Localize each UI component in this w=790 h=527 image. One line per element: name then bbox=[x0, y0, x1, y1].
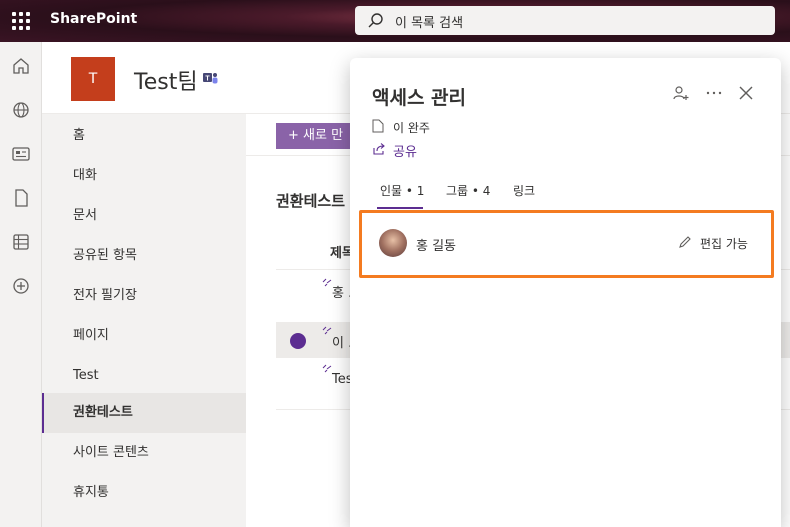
pencil-icon bbox=[679, 236, 691, 248]
person-name[interactable]: 홍 길동 bbox=[416, 235, 456, 254]
new-item-icon bbox=[322, 364, 332, 373]
nav-item-documents[interactable]: 문서 bbox=[42, 196, 246, 236]
file-icon[interactable] bbox=[11, 188, 31, 208]
waffle-icon[interactable] bbox=[12, 12, 30, 30]
site-title[interactable]: Test팀 bbox=[134, 64, 198, 96]
panel-title: 액세스 관리 bbox=[372, 87, 467, 109]
nav-item-home[interactable]: 홈 bbox=[42, 116, 246, 156]
new-item-icon bbox=[322, 278, 332, 287]
permission-dropdown[interactable]: 편집 가능 bbox=[700, 235, 748, 252]
nav-item-test[interactable]: Test bbox=[42, 356, 246, 396]
tab-people[interactable]: 인물 • 1 bbox=[380, 182, 424, 199]
nav-item-site-contents[interactable]: 사이트 콘텐츠 bbox=[42, 433, 246, 473]
app-brand[interactable]: SharePoint bbox=[50, 11, 137, 27]
site-logo[interactable]: T bbox=[71, 57, 115, 101]
more-icon[interactable] bbox=[705, 84, 723, 102]
list-icon[interactable] bbox=[11, 232, 31, 252]
list-title: 권환테스트 bbox=[276, 192, 346, 210]
search-box[interactable]: 이 목록 검색 bbox=[355, 6, 775, 35]
nav-item-recycle-bin[interactable]: 휴지통 bbox=[42, 473, 246, 513]
nav-item-permission-test[interactable]: 권환테스트 bbox=[42, 393, 246, 433]
check-icon[interactable] bbox=[290, 333, 306, 349]
share-link[interactable]: 공유 bbox=[393, 141, 417, 160]
nav-item-shared[interactable]: 공유된 항목 bbox=[42, 236, 246, 276]
nav-item-notebook[interactable]: 전자 필기장 bbox=[42, 276, 246, 316]
nav-item-pages[interactable]: 페이지 bbox=[42, 316, 246, 356]
globe-icon[interactable] bbox=[11, 100, 31, 120]
suite-bar: SharePoint 이 목록 검색 bbox=[0, 0, 790, 42]
svg-text:T: T bbox=[205, 76, 210, 83]
teams-icon[interactable]: T bbox=[202, 70, 218, 86]
file-icon bbox=[372, 119, 384, 133]
manage-access-panel: 액세스 관리 이 완주 공유 인물 • 1 그룹 • 4 링크 bbox=[350, 58, 781, 527]
avatar[interactable] bbox=[379, 229, 407, 257]
file-name: 이 완주 bbox=[393, 121, 430, 135]
nav-item-conversations[interactable]: 대화 bbox=[42, 156, 246, 196]
new-button[interactable]: + 새로 만 bbox=[276, 123, 356, 149]
tab-groups[interactable]: 그룹 • 4 bbox=[446, 182, 490, 199]
left-nav: 홈 대화 문서 공유된 항목 전자 필기장 페이지 Test 권환테스트 사이트… bbox=[42, 114, 246, 527]
tab-links[interactable]: 링크 bbox=[513, 182, 535, 199]
close-icon[interactable] bbox=[737, 84, 755, 102]
active-tab-indicator bbox=[377, 207, 423, 209]
news-icon[interactable] bbox=[11, 144, 31, 164]
add-icon[interactable] bbox=[11, 276, 31, 296]
app-rail bbox=[0, 42, 42, 527]
person-add-icon[interactable] bbox=[672, 84, 690, 102]
new-item-icon bbox=[322, 326, 332, 335]
share-icon bbox=[373, 143, 385, 155]
search-icon bbox=[368, 13, 383, 28]
search-input[interactable]: 이 목록 검색 bbox=[395, 12, 463, 31]
home-icon[interactable] bbox=[11, 56, 31, 76]
